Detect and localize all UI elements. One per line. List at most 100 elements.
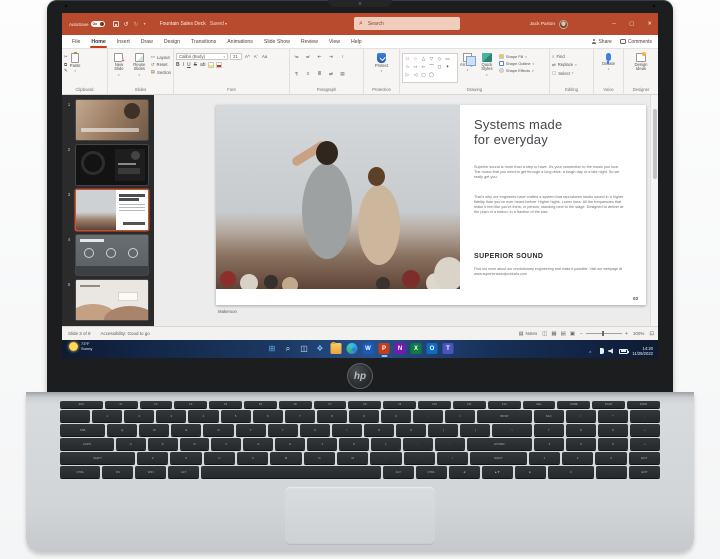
shape-button[interactable]: ⇨ — [412, 63, 419, 70]
key-f6[interactable]: F6 — [279, 401, 312, 408]
key-v[interactable]: V — [237, 452, 268, 464]
notes-button[interactable]: Notes — [519, 331, 538, 337]
canvas-scrollbar[interactable] — [650, 95, 658, 326]
current-slide[interactable]: Systems made for everyday Superior sound… — [216, 105, 646, 305]
shape-button[interactable]: □ — [404, 55, 411, 62]
key-f5[interactable]: F5 — [244, 401, 277, 408]
shape-button[interactable]: △ — [420, 55, 427, 62]
tab-view[interactable]: View — [328, 37, 341, 47]
key-home[interactable]: HOME — [557, 401, 590, 408]
shape-button[interactable]: ⇦ — [420, 63, 427, 70]
key-space[interactable] — [201, 466, 381, 478]
shape-button[interactable]: ▢ — [420, 71, 427, 78]
widgets-icon[interactable]: ❖ — [315, 343, 326, 354]
clipboard-tool[interactable]: ✎ — [64, 68, 68, 74]
key-3[interactable]: 3 — [595, 452, 626, 464]
key-i[interactable]: I — [332, 424, 362, 436]
key-2[interactable]: 2 — [124, 410, 154, 422]
key-pgup[interactable]: PGUP — [592, 401, 625, 408]
key-*[interactable]: * — [598, 410, 628, 422]
key-'[interactable]: ' — [435, 438, 465, 450]
key-1[interactable]: 1 — [92, 410, 122, 422]
key-s[interactable]: S — [148, 438, 178, 450]
slide-thumbnail-4[interactable] — [76, 235, 148, 275]
onenote-icon[interactable]: N — [395, 343, 406, 354]
key-nlk[interactable]: NLK — [534, 410, 564, 422]
document-title[interactable]: Fountain Sales Deck Saved — [160, 21, 227, 27]
shape-outline-button[interactable]: Shape Outline — [499, 61, 534, 66]
shape-fill-button[interactable]: Shape Fill — [499, 54, 534, 59]
key-esc[interactable]: ESC — [60, 401, 103, 408]
key-z[interactable]: Z — [137, 452, 168, 464]
key-.[interactable]: . — [404, 452, 435, 464]
key-4[interactable]: 4 — [188, 410, 218, 422]
shape-effects-button[interactable]: Shape Effects — [499, 68, 534, 73]
search-input[interactable] — [366, 20, 446, 28]
tab-transitions[interactable]: Transitions — [190, 37, 217, 47]
font-size-tool[interactable]: A^ — [244, 54, 251, 59]
protect-button[interactable]: Protect — [375, 51, 388, 86]
font-size-dropdown[interactable]: 21 — [230, 53, 242, 60]
key-shift[interactable]: SHIFT — [60, 452, 135, 464]
share-button[interactable]: Share — [591, 39, 611, 45]
edge-icon[interactable] — [347, 343, 358, 354]
key-8[interactable]: 8 — [566, 424, 596, 436]
key-e[interactable]: E — [171, 424, 201, 436]
speaker-icon[interactable] — [608, 348, 615, 354]
key-n[interactable]: N — [304, 452, 335, 464]
key-5[interactable]: 5 — [221, 410, 251, 422]
key-.[interactable]: . — [596, 466, 627, 478]
tab-help[interactable]: Help — [350, 37, 363, 47]
excel-icon[interactable]: X — [411, 343, 422, 354]
redo-icon[interactable] — [134, 21, 139, 28]
slide-thumbnail-1[interactable] — [76, 100, 148, 140]
file-explorer-icon[interactable] — [331, 343, 342, 354]
key-caps[interactable]: CAPS — [60, 438, 114, 450]
shape-button[interactable]: ✦ — [444, 63, 451, 70]
tray-chevron-icon[interactable] — [588, 342, 592, 358]
font-size-tool[interactable]: Aˇ — [253, 54, 259, 59]
trackpad[interactable] — [285, 487, 435, 545]
dictate-button[interactable]: Dictate — [602, 51, 615, 86]
key-►[interactable]: ► — [515, 466, 546, 478]
autosave-toggle[interactable]: AutoSave On — [69, 21, 105, 27]
key-m[interactable]: M — [337, 452, 368, 464]
font-name-dropdown[interactable]: Calibri (Body) — [176, 53, 228, 60]
accessibility-status[interactable]: Accessibility: Good to go — [101, 331, 150, 336]
key-+[interactable]: + — [630, 424, 660, 436]
view-mode-button[interactable]: ▤ — [561, 331, 566, 337]
paste-button[interactable]: Paste — [70, 51, 81, 86]
close-button[interactable]: ✕ — [647, 21, 652, 27]
key-`[interactable]: ` — [60, 410, 90, 422]
paragraph-tool[interactable]: ≔ — [292, 54, 301, 69]
teams-icon[interactable]: T — [443, 343, 454, 354]
shape-button[interactable]: ▽ — [428, 55, 435, 62]
shape-button[interactable]: ▭ — [444, 55, 451, 62]
key--[interactable]: - — [413, 410, 443, 422]
autosave-pill[interactable]: On — [91, 21, 105, 27]
key-t[interactable]: T — [236, 424, 266, 436]
font-style-button[interactable]: B — [176, 62, 180, 68]
section-button[interactable]: ▤Section — [151, 69, 171, 75]
key-l[interactable]: L — [371, 438, 401, 450]
save-status-dropdown[interactable]: Saved — [210, 21, 227, 27]
key-f7[interactable]: F7 — [314, 401, 347, 408]
key-p[interactable]: P — [396, 424, 426, 436]
shape-button[interactable]: ○ — [412, 55, 419, 62]
tab-file[interactable]: File — [71, 37, 81, 47]
zoom-slider-thumb[interactable] — [602, 331, 605, 336]
key-pgdn[interactable]: PGDN — [627, 401, 660, 408]
key-shift[interactable]: SHIFT — [470, 452, 526, 464]
key-,[interactable]: , — [370, 452, 401, 464]
key-f12[interactable]: F12 — [488, 401, 521, 408]
key-tab[interactable]: TAB — [60, 424, 105, 436]
shape-button[interactable]: ☆ — [404, 63, 411, 70]
key-8[interactable]: 8 — [317, 410, 347, 422]
key-w[interactable]: W — [139, 424, 169, 436]
design-ideas-button[interactable]: Design Ideas — [629, 51, 653, 86]
key-ctrl[interactable]: CTRL — [416, 466, 447, 478]
highlight-color-icon[interactable] — [208, 62, 214, 68]
key-del[interactable]: DEL — [523, 401, 556, 408]
zoom-level[interactable]: 100% — [633, 331, 645, 336]
font-style-button[interactable]: S — [194, 62, 197, 68]
